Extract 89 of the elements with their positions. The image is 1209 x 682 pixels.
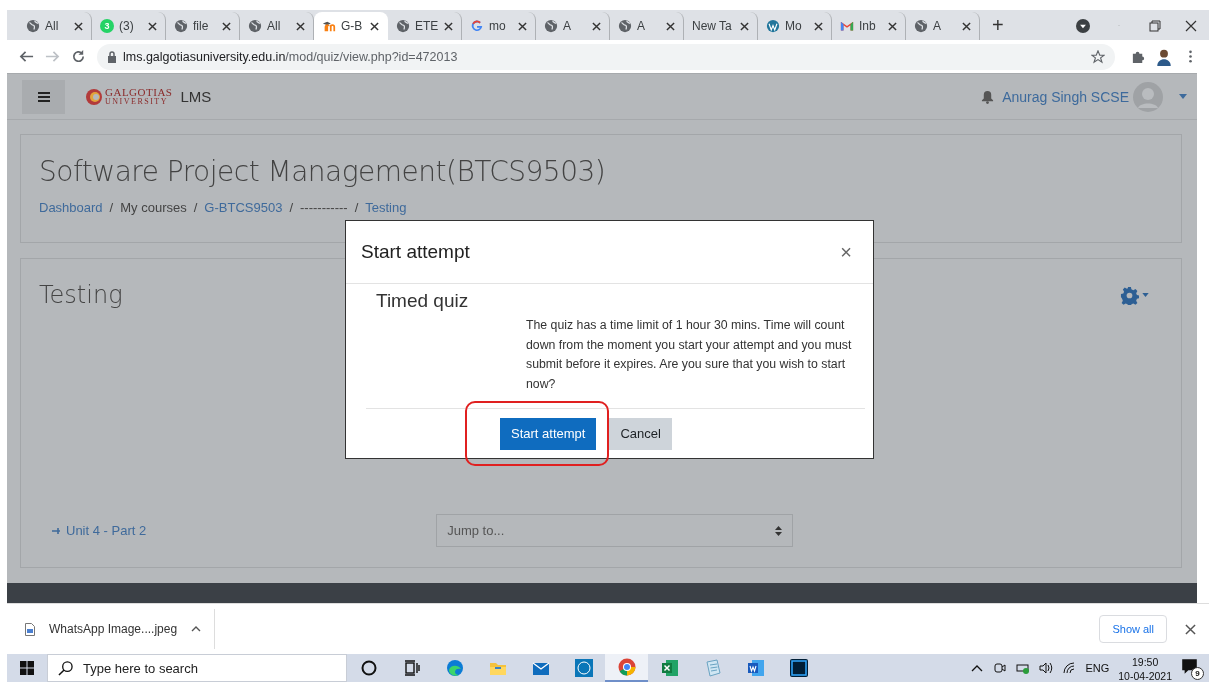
clock-time[interactable]: 19:50	[1132, 654, 1159, 669]
breadcrumb-text: -----------	[300, 200, 348, 215]
breadcrumb-separator: /	[289, 200, 293, 215]
breadcrumb-text: My courses	[120, 200, 187, 215]
browser-logo-icon	[616, 657, 637, 677]
dialog-message: The quiz has a time limit of 1 hour 30 mins. Time will count down from the moment you start your attempt and you must submit before it expires. Are you sure that you wish to start now?	[526, 317, 853, 393]
arrow-to-bar-icon	[52, 527, 62, 534]
breadcrumb-separator: /	[193, 200, 198, 215]
close-icon[interactable]	[296, 21, 305, 31]
show-all-button[interactable]: Show all	[1099, 615, 1167, 643]
image-file-icon	[25, 622, 35, 636]
close-icon[interactable]	[592, 21, 601, 31]
globe-icon	[618, 19, 632, 33]
close-button[interactable]: ×	[834, 240, 858, 264]
wifi-icon[interactable]	[1062, 661, 1077, 675]
close-icon[interactable]	[962, 21, 971, 31]
image-editor-icon	[788, 658, 809, 678]
back-arrow-icon[interactable]	[18, 49, 34, 64]
bell-icon[interactable]	[981, 89, 995, 104]
graduation-cap-icon	[322, 19, 336, 33]
profile-down-icon[interactable]	[1076, 19, 1090, 33]
globe-icon	[914, 19, 928, 33]
cancel-button[interactable]: Cancel	[609, 417, 672, 450]
document-w-icon	[745, 658, 766, 678]
jump-to-select[interactable]: Jump to...	[436, 514, 794, 547]
lock-icon	[107, 50, 117, 63]
search-icon	[58, 660, 73, 676]
volume-icon[interactable]	[1039, 661, 1054, 675]
url-path: /mod/quiz/view.php?id=472013	[285, 49, 458, 64]
chevron-up-icon[interactable]	[191, 626, 202, 632]
reload-icon[interactable]	[70, 49, 86, 64]
envelope-m-icon	[840, 19, 854, 33]
close-icon[interactable]	[444, 21, 453, 31]
clock-date[interactable]: 10-04-2021	[1118, 668, 1172, 682]
start-button[interactable]: Start attempt	[500, 417, 597, 450]
restore-icon[interactable]	[1149, 20, 1161, 32]
camera-icon[interactable]	[993, 661, 1008, 675]
close-icon[interactable]	[1185, 20, 1197, 32]
close-icon[interactable]	[888, 21, 897, 31]
download-item[interactable]: WhatsApp Image....jpeg	[49, 622, 178, 636]
course-title: Software Project Management(BTCS9503)	[39, 155, 607, 188]
g-letter-icon	[470, 19, 484, 33]
dialog-heading: Timed quiz	[376, 290, 470, 312]
menu-button[interactable]	[22, 79, 65, 114]
new-tab-button[interactable]: +	[980, 12, 1016, 40]
globe-icon	[174, 19, 188, 33]
language-indicator[interactable]: ENG	[1085, 662, 1110, 674]
breadcrumb-separator: /	[354, 200, 359, 215]
close-icon[interactable]	[814, 21, 823, 31]
spreadsheet-icon	[659, 658, 680, 678]
close-icon[interactable]	[74, 21, 83, 31]
up-down-icon	[775, 525, 783, 536]
swirl-icon	[444, 658, 465, 678]
url-host: lms.galgotiasuniversity.edu.in	[123, 49, 286, 64]
w-circle-icon	[766, 19, 780, 33]
taskbar-search-field[interactable]: Type here to search	[47, 654, 347, 682]
notifications-icon[interactable]	[1181, 658, 1198, 675]
windows-logo-icon[interactable]	[20, 661, 34, 675]
avatar-icon[interactable]	[1155, 47, 1173, 66]
address-bar[interactable]: lms.galgotiasuniversity.edu.in/mod/quiz/view.php?id=472013	[97, 43, 1115, 70]
puzzle-icon[interactable]	[1130, 49, 1146, 64]
dialog-title: Start attempt	[361, 241, 470, 263]
logo-tile-icon	[573, 658, 594, 678]
close-icon[interactable]	[370, 21, 379, 31]
globe-icon	[26, 19, 40, 33]
browser-tab[interactable]: G-B	[314, 12, 388, 40]
page-heading: Testing	[39, 281, 123, 309]
close-icon[interactable]	[1184, 623, 1196, 635]
caret-icon[interactable]	[1179, 94, 1187, 99]
globe-icon	[248, 19, 262, 33]
close-icon[interactable]	[518, 21, 527, 31]
site-name: LMS	[180, 88, 212, 105]
notification-count: 9	[1191, 667, 1204, 680]
close-icon[interactable]	[148, 21, 157, 31]
globe-icon	[544, 19, 558, 33]
caret-icon[interactable]	[1142, 293, 1149, 297]
close-icon[interactable]	[740, 21, 749, 31]
gear-icon[interactable]	[1120, 285, 1139, 305]
star-icon[interactable]	[1091, 49, 1105, 64]
message-badge-icon: 3	[100, 19, 114, 33]
battery-icon[interactable]	[1016, 661, 1031, 675]
logo-text: GALGOTIAS	[105, 87, 173, 98]
breadcrumb-separator: /	[109, 200, 114, 215]
menu-icon[interactable]	[37, 91, 50, 102]
globe-icon	[396, 19, 410, 33]
close-icon[interactable]	[666, 21, 675, 31]
close-icon[interactable]	[222, 21, 231, 31]
logo-subtext: UNIVERSITY	[105, 98, 169, 106]
swirl-logo-icon	[85, 87, 103, 106]
